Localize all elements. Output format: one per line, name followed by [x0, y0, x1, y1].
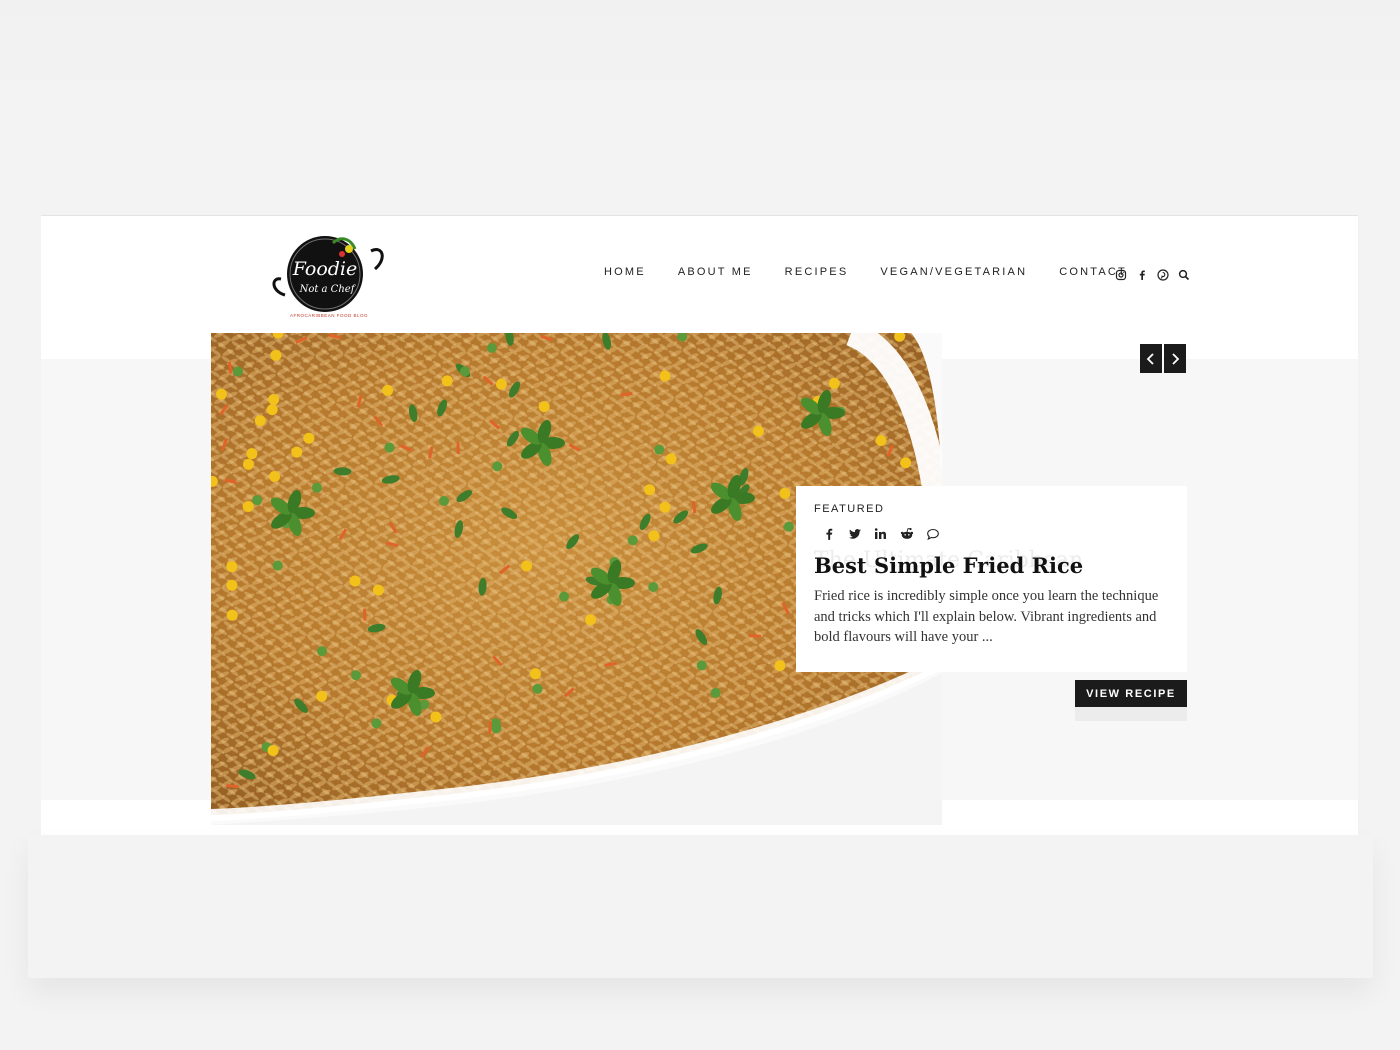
nav-icons — [1115, 268, 1190, 281]
featured-title[interactable]: Best Simple Fried Rice — [814, 553, 1169, 578]
rice-garnish — [521, 560, 533, 572]
rice-garnish — [492, 461, 503, 472]
logo-wordmark: Foodie — [292, 258, 358, 280]
rice-garnish — [659, 370, 671, 382]
rice-garnish — [648, 581, 659, 592]
reddit-icon[interactable] — [900, 527, 914, 541]
rice-garnish — [774, 660, 786, 672]
rice-garnish — [538, 401, 550, 413]
rice-garnish — [226, 609, 238, 621]
rice-garnish — [291, 446, 303, 458]
featured-card: The Ultimate Caribbean FEATURED Best Sim… — [796, 486, 1187, 672]
search-icon[interactable] — [1178, 268, 1190, 281]
rice-garnish — [382, 384, 394, 396]
instagram-icon[interactable] — [1115, 268, 1127, 281]
rice-garnish — [316, 690, 328, 702]
rice-garnish — [363, 608, 367, 621]
rice-garnish — [226, 579, 238, 591]
rice-garnish — [752, 425, 764, 437]
site-logo[interactable]: Foodie Not a Chef AFROCARIBBEAN FOOD BLO… — [271, 229, 385, 321]
rice-garnish — [491, 723, 502, 734]
rice-garnish — [226, 561, 238, 573]
rice-garnish — [349, 575, 361, 587]
nav-item-recipes[interactable]: RECIPES — [785, 266, 849, 278]
chevron-right-icon[interactable] — [1164, 344, 1186, 373]
facebook-icon[interactable] — [1136, 268, 1148, 280]
logo-subtitle: Not a Chef — [299, 284, 357, 295]
rice-garnish — [654, 444, 665, 455]
nav-item-about-me[interactable]: ABOUT ME — [678, 266, 753, 278]
rice-garnish — [232, 366, 243, 377]
share-bar — [814, 527, 1169, 541]
rice-garnish — [532, 683, 543, 694]
twitter-icon[interactable] — [848, 527, 862, 541]
rice-garnish — [659, 501, 671, 513]
rice-garnish — [266, 404, 278, 416]
chevron-left-icon[interactable] — [1140, 344, 1162, 373]
rice-garnish — [351, 670, 362, 681]
rice-garnish — [216, 388, 228, 400]
rice-garnish — [486, 343, 497, 354]
rice-garnish — [648, 530, 660, 542]
rice-garnish — [459, 366, 470, 377]
featured-excerpt: Fried rice is incredibly simple once you… — [814, 588, 1159, 645]
facebook-icon[interactable] — [822, 527, 836, 541]
rice-garnish — [644, 484, 656, 496]
button-shadow — [1075, 707, 1187, 721]
slider-arrows — [1140, 344, 1186, 373]
rice-garnish — [268, 394, 280, 406]
rice-garnish — [272, 560, 283, 571]
view-recipe-button[interactable]: VIEW RECIPE — [1075, 680, 1187, 707]
rice-garnish — [316, 646, 327, 657]
page-backdrop — [0, 0, 1400, 100]
rice-garnish — [710, 687, 721, 698]
nav-item-vegan-vegetarian[interactable]: VEGAN/VEGETARIAN — [880, 266, 1027, 278]
rice-garnish — [246, 448, 258, 460]
rice-garnish — [439, 496, 450, 507]
rice-garnish — [384, 442, 395, 453]
rice-garnish — [529, 668, 541, 680]
rice-garnish — [495, 378, 507, 390]
rice-garnish — [269, 470, 281, 482]
rice-garnish — [303, 432, 315, 444]
rice-garnish — [900, 457, 912, 469]
rice-garnish — [252, 495, 263, 506]
rice-garnish — [559, 591, 570, 602]
linkedin-icon[interactable] — [874, 527, 888, 541]
rice-garnish — [311, 482, 322, 493]
rice-garnish — [783, 521, 794, 532]
rice-garnish — [875, 435, 887, 447]
rice-garnish — [270, 349, 282, 361]
nav-item-home[interactable]: HOME — [604, 266, 646, 278]
rice-garnish — [456, 441, 460, 455]
rice-garnish — [372, 584, 384, 596]
rice-garnish — [779, 487, 791, 499]
rice-garnish — [267, 745, 279, 757]
rice-garnish — [254, 415, 266, 427]
logo-tagline: AFROCARIBBEAN FOOD BLOG — [290, 313, 368, 318]
frame-shadow — [28, 835, 1373, 978]
comment-icon[interactable] — [926, 527, 940, 541]
rice-garnish — [585, 614, 597, 626]
rice-garnish — [828, 377, 840, 389]
rice-garnish — [430, 711, 442, 723]
rice-garnish — [371, 718, 382, 729]
rice-garnish — [665, 453, 677, 465]
rice-garnish — [696, 660, 707, 671]
rice-garnish — [441, 375, 453, 387]
pinterest-icon[interactable] — [1157, 268, 1169, 281]
rice-garnish — [242, 500, 254, 512]
main-nav: HOME ABOUT ME RECIPES VEGAN/VEGETARIAN C… — [604, 266, 1159, 278]
featured-label: FEATURED — [814, 503, 885, 515]
rice-garnish — [242, 458, 254, 470]
rice-garnish — [627, 535, 638, 546]
